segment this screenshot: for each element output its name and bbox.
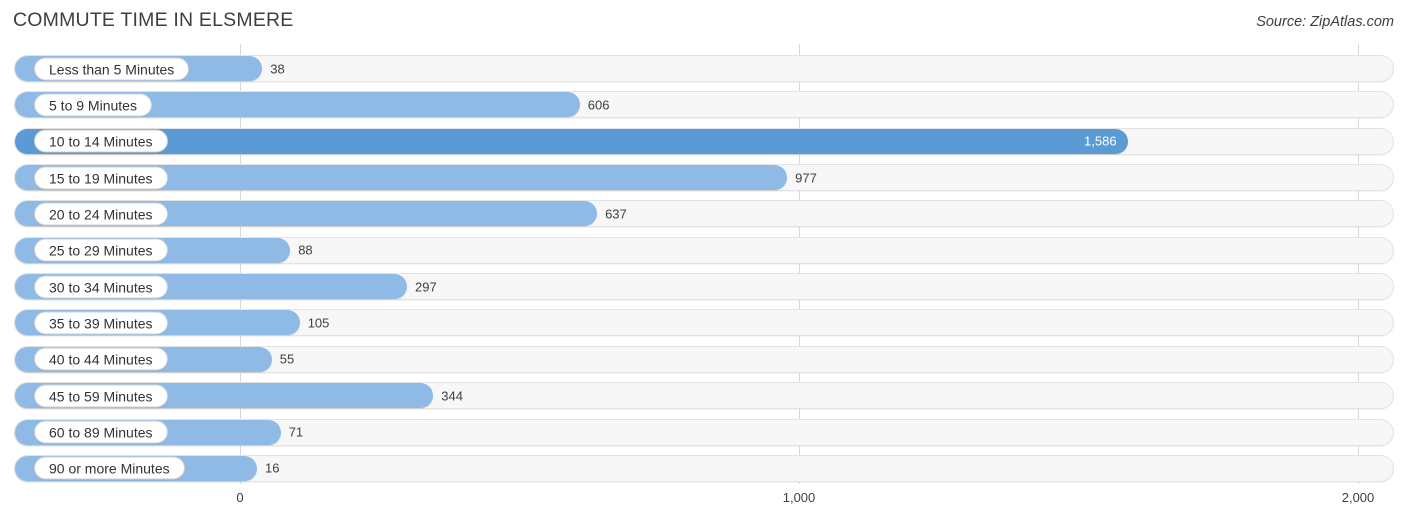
category-label: 45 to 59 Minutes bbox=[34, 384, 168, 408]
bar-row[interactable]: 88 25 to 29 Minutes bbox=[14, 236, 1394, 264]
x-axis: 0 1,000 2,000 bbox=[0, 484, 1406, 522]
plot-area: 38 Less than 5 Minutes 606 5 to 9 Minutes 1,… bbox=[0, 44, 1406, 484]
category-label: 15 to 19 Minutes bbox=[34, 166, 168, 190]
axis-tick-label: 0 bbox=[236, 490, 244, 505]
bar-value-label: 71 bbox=[288, 424, 304, 440]
chart-header: COMMUTE TIME IN ELSMERE Source: ZipAtlas… bbox=[0, 0, 1406, 44]
category-label: 60 to 89 Minutes bbox=[34, 420, 168, 444]
page-title: COMMUTE TIME IN ELSMERE bbox=[13, 9, 294, 31]
bar-value-label: 38 bbox=[270, 61, 285, 76]
bar-value-label: 297 bbox=[415, 279, 437, 295]
bar-value-label: 88 bbox=[298, 242, 313, 258]
bar-value-label: 16 bbox=[265, 460, 280, 476]
category-label: 5 to 9 Minutes bbox=[34, 93, 152, 117]
source-attribution: Source: ZipAtlas.com bbox=[1256, 14, 1394, 30]
bar-value-label: 977 bbox=[795, 170, 817, 186]
category-label: 40 to 44 Minutes bbox=[34, 347, 168, 371]
bar-row[interactable]: 297 30 to 34 Minutes bbox=[14, 273, 1394, 301]
bar-value-label: 55 bbox=[279, 351, 295, 367]
category-label: 25 to 29 Minutes bbox=[34, 238, 168, 262]
bar-row[interactable]: 55 40 to 44 Minutes bbox=[14, 345, 1394, 373]
bar-value-label: 637 bbox=[605, 206, 627, 222]
axis-tick-label: 2,000 bbox=[1341, 490, 1375, 505]
category-label: Less than 5 Minutes bbox=[34, 57, 190, 80]
bar-row[interactable]: 105 35 to 39 Minutes bbox=[14, 309, 1394, 337]
bar-row[interactable]: 977 15 to 19 Minutes bbox=[14, 164, 1394, 192]
bar-row[interactable]: 38 Less than 5 Minutes bbox=[14, 55, 1394, 82]
category-label: 20 to 24 Minutes bbox=[34, 202, 168, 226]
bar-row[interactable]: 606 5 to 9 Minutes bbox=[14, 91, 1394, 119]
bar-value-label: 1,586 bbox=[1084, 133, 1117, 149]
bar-value-label: 606 bbox=[587, 97, 610, 113]
bar-row[interactable]: 637 20 to 24 Minutes bbox=[14, 200, 1394, 228]
bar-row[interactable]: 16 90 or more Minutes bbox=[14, 454, 1394, 482]
axis-tick-label: 1,000 bbox=[782, 490, 816, 505]
bar[interactable]: 1,586 bbox=[15, 128, 1128, 154]
bar-row[interactable]: 344 45 to 59 Minutes bbox=[14, 382, 1394, 410]
category-label: 10 to 14 Minutes bbox=[34, 129, 168, 153]
bar-value-label: 105 bbox=[307, 315, 330, 331]
bar-row[interactable]: 1,586 10 to 14 Minutes bbox=[14, 127, 1394, 155]
bar-row[interactable]: 71 60 to 89 Minutes bbox=[14, 418, 1394, 446]
category-label: 90 or more Minutes bbox=[34, 456, 185, 480]
category-label: 35 to 39 Minutes bbox=[34, 311, 168, 335]
bar-value-label: 344 bbox=[441, 388, 463, 404]
chart-root: COMMUTE TIME IN ELSMERE Source: ZipAtlas… bbox=[0, 0, 1406, 522]
category-label: 30 to 34 Minutes bbox=[34, 275, 168, 299]
